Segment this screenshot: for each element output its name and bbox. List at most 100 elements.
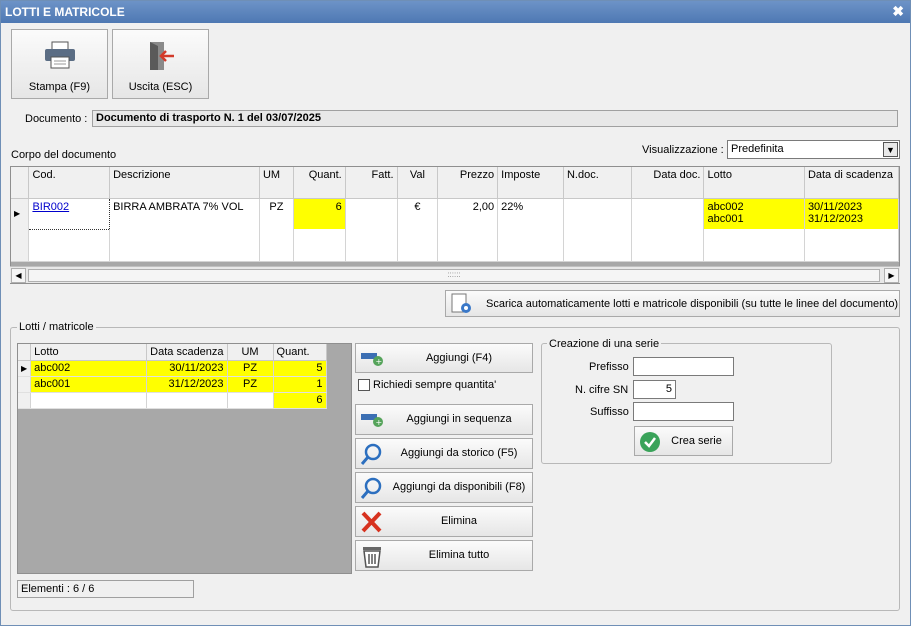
add-label: Aggiungi (F4) (425, 352, 493, 364)
header-descrizione[interactable]: Descrizione (109, 167, 260, 199)
horizontal-scrollbar[interactable]: ◀ :::::: ▶ (10, 266, 900, 283)
title-bar: LOTTI E MATRICOLE ✖ (1, 1, 910, 23)
add-sequence-label: Aggiungi in sequenza (406, 413, 512, 425)
prefix-input[interactable] (633, 357, 734, 376)
header-data-scadenza[interactable]: Data scadenza (146, 344, 228, 361)
grid-corner (11, 167, 30, 199)
lots-grid: Lotto Data scadenza UM Quant. ▶ abc002 3… (17, 343, 352, 574)
header-lotto[interactable]: Lotto (30, 344, 148, 361)
header-fatt[interactable]: Fatt. (345, 167, 398, 199)
exit-label: Uscita (ESC) (128, 81, 193, 93)
always-ask-qty-checkbox[interactable] (358, 379, 370, 391)
add-history-label: Aggiungi da storico (F5) (400, 447, 518, 459)
delete-button[interactable]: Elimina (355, 506, 533, 537)
delete-x-icon (361, 511, 382, 533)
close-icon[interactable]: ✖ (892, 3, 904, 20)
lot-value: abc001 (707, 212, 744, 225)
cell-expiries[interactable]: 30/11/2023 31/12/2023 (804, 198, 899, 229)
table-row[interactable]: ▶ BIR002 BIRRA AMBRATA 7% VOL PZ 6 € 2,0… (11, 197, 899, 230)
digits-input[interactable]: 5 (633, 380, 676, 399)
code-link[interactable]: BIR002 (32, 201, 69, 213)
cell-price[interactable]: 2,00 (437, 198, 499, 229)
cell-qty[interactable]: 5 (273, 360, 327, 377)
document-gear-icon (451, 293, 471, 313)
suffix-input[interactable] (633, 402, 734, 421)
cell-expiry[interactable]: 31/12/2023 (146, 376, 228, 393)
chevron-down-icon[interactable]: ▼ (883, 142, 898, 157)
search-icon (360, 477, 382, 499)
svg-text:+: + (376, 357, 383, 366)
cell-um[interactable]: PZ (227, 360, 274, 377)
header-quant[interactable]: Quant. (293, 167, 346, 199)
header-imposte[interactable]: Imposte (497, 167, 564, 199)
always-ask-qty-label: Richiedi sempre quantita' (373, 379, 497, 391)
cell-code[interactable]: BIR002 (28, 197, 111, 230)
cell-lot[interactable]: abc002 (30, 360, 148, 377)
delete-label: Elimina (440, 515, 478, 527)
cell-lot[interactable]: abc001 (30, 376, 148, 393)
series-title: Creazione di una serie (547, 338, 662, 350)
add-button[interactable]: + Aggiungi (F4) (355, 343, 533, 373)
row-indicator-icon: ▶ (11, 198, 30, 229)
window-title: LOTTI E MATRICOLE (5, 5, 125, 19)
document-field: Documento di trasporto N. 1 del 03/07/20… (92, 110, 898, 127)
cell-fatt[interactable] (345, 198, 398, 229)
delete-all-label: Elimina tutto (428, 549, 490, 561)
exit-door-icon (150, 42, 174, 70)
header-cod[interactable]: Cod. (28, 167, 111, 199)
trash-icon (363, 547, 381, 568)
cell-um[interactable]: PZ (259, 198, 294, 229)
auto-download-button[interactable]: Scarica automaticamente lotti e matricol… (445, 290, 900, 317)
cell-um[interactable]: PZ (227, 376, 274, 393)
header-prezzo[interactable]: Prezzo (437, 167, 499, 199)
cell-val[interactable]: € (397, 198, 439, 229)
auto-download-label: Scarica automaticamente lotti e matricol… (486, 298, 899, 310)
scroll-left-icon[interactable]: ◀ (11, 268, 26, 283)
header-val[interactable]: Val (397, 167, 439, 199)
header-quant[interactable]: Quant. (273, 344, 327, 361)
lots-group-label: Lotti / matricole (17, 321, 96, 333)
cell-tax[interactable]: 22% (497, 198, 564, 229)
scroll-thumb[interactable]: :::::: (28, 269, 880, 282)
search-icon (360, 443, 382, 465)
add-sequence-button[interactable]: + Aggiungi in sequenza (355, 404, 533, 435)
add-history-button[interactable]: Aggiungi da storico (F5) (355, 438, 533, 469)
expiry-value: 31/12/2023 (807, 212, 863, 225)
cell-lots[interactable]: abc002 abc001 (703, 198, 805, 229)
add-available-button[interactable]: Aggiungi da disponibili (F8) (355, 472, 533, 503)
delete-all-button[interactable]: Elimina tutto (355, 540, 533, 571)
check-circle-icon (640, 432, 660, 452)
exit-button[interactable]: Uscita (ESC) (112, 29, 209, 99)
cell-qty[interactable]: 6 (293, 198, 346, 229)
add-available-label: Aggiungi da disponibili (F8) (392, 481, 526, 493)
header-lotto[interactable]: Lotto (703, 167, 805, 199)
add-row-icon: + (361, 414, 383, 427)
prefix-label: Prefisso (589, 361, 629, 373)
elements-counter: Elementi : 6 / 6 (17, 580, 194, 598)
lot-value: abc002 (707, 200, 744, 213)
header-ndoc[interactable]: N.doc. (563, 167, 632, 199)
grid-header-row: Cod. Descrizione UM Quant. Fatt. Val Pre… (11, 167, 899, 199)
cell-ndoc[interactable] (563, 198, 632, 229)
print-button[interactable]: Stampa (F9) (11, 29, 108, 99)
cell-qty[interactable]: 1 (273, 376, 327, 393)
printer-icon (45, 41, 75, 69)
header-scadenza[interactable]: Data di scadenza (804, 167, 899, 199)
print-label: Stampa (F9) (28, 81, 91, 93)
create-series-button[interactable]: Crea serie (634, 426, 733, 456)
header-um[interactable]: UM (259, 167, 294, 199)
total-row: 6 (18, 392, 327, 409)
header-datadoc[interactable]: Data doc. (631, 167, 705, 199)
cell-description[interactable]: BIRRA AMBRATA 7% VOL (109, 198, 260, 229)
document-label: Documento : (25, 113, 88, 125)
table-row[interactable]: abc001 31/12/2023 PZ 1 (18, 376, 327, 393)
view-select[interactable]: Predefinita ▼ (727, 140, 900, 159)
digits-label: N. cifre SN (575, 384, 629, 396)
scroll-right-icon[interactable]: ▶ (884, 268, 899, 283)
cell-expiry[interactable]: 30/11/2023 (146, 360, 228, 377)
header-um[interactable]: UM (227, 344, 274, 361)
body-section-label: Corpo del documento (11, 149, 117, 161)
cell-datadoc[interactable] (631, 198, 705, 229)
svg-text:+: + (376, 418, 383, 427)
table-row[interactable]: ▶ abc002 30/11/2023 PZ 5 (18, 360, 327, 377)
